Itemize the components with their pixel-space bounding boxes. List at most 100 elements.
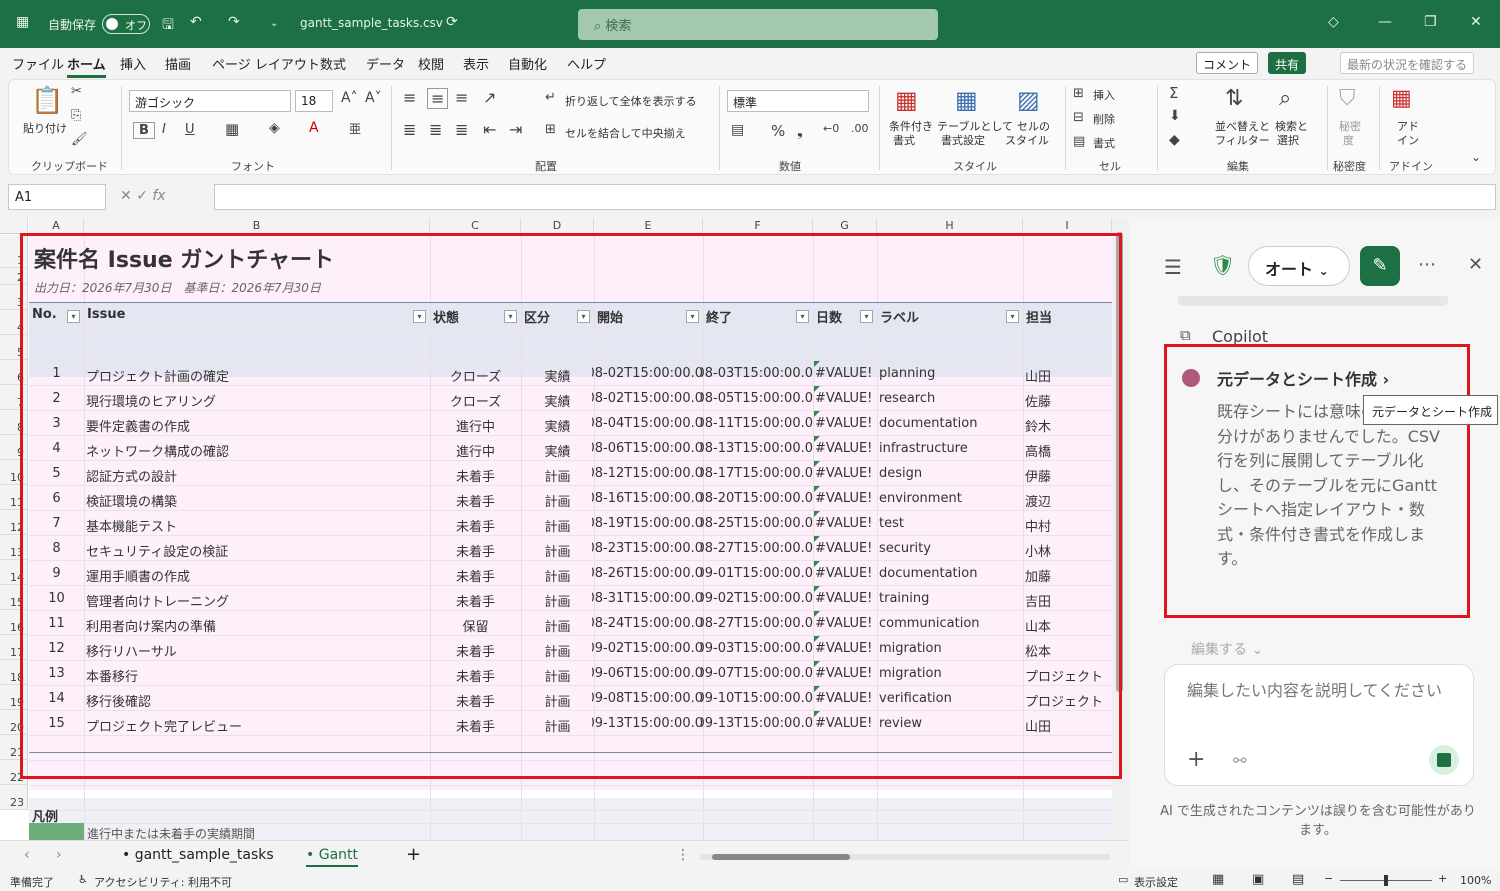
accessibility-status[interactable]: アクセシビリティ: 利用不可 (94, 874, 232, 890)
task-name[interactable]: プロジェクト計画の確定 (86, 366, 428, 385)
table-header[interactable]: 区分 (524, 307, 550, 326)
menu-help[interactable]: ヘルプ (567, 54, 606, 73)
table-cell[interactable]: 6-08-27T15:00:00.0 (701, 616, 813, 631)
table-header[interactable]: ラベル (880, 307, 919, 326)
filter-dropdown-icon[interactable]: ▾ (1006, 310, 1019, 323)
menu-data[interactable]: データ (366, 54, 405, 73)
table-cell[interactable]: 6-08-03T15:00:00.0 (701, 366, 813, 381)
customize-icon[interactable]: ⌄ (270, 18, 278, 29)
table-cell[interactable]: クローズ (432, 391, 519, 410)
table-cell[interactable]: #VALUE! (815, 541, 875, 556)
column-header[interactable]: I (1023, 218, 1112, 234)
table-cell[interactable]: #VALUE! (815, 391, 875, 406)
row-header[interactable]: 17 (0, 635, 28, 660)
prompt-input[interactable]: 編集したい内容を説明してください (1187, 679, 1457, 703)
grow-font-icon[interactable]: A˄ (341, 90, 358, 106)
menu-insert[interactable]: 挿入 (120, 54, 146, 73)
row-header[interactable]: 10 (0, 460, 28, 485)
zoom-in-icon[interactable]: + (1438, 872, 1447, 885)
table-cell[interactable]: 小林 (1025, 541, 1110, 560)
table-cell[interactable]: 6-08-25T15:00:00.0 (701, 516, 813, 531)
page-layout-view-icon[interactable]: ▣ (1252, 872, 1264, 887)
zoom-out-icon[interactable]: − (1324, 872, 1333, 885)
row-header[interactable]: 8 (0, 410, 28, 435)
task-number[interactable]: 5 (31, 466, 82, 481)
bold-icon[interactable]: B (133, 122, 155, 139)
table-cell[interactable]: 加藤 (1025, 566, 1110, 585)
table-cell[interactable]: 未着手 (432, 666, 519, 685)
name-box[interactable]: A1 (8, 184, 106, 210)
clear-icon[interactable]: ◆ (1169, 132, 1180, 148)
table-cell[interactable]: 6-09-02T15:00:00.0 (701, 591, 813, 606)
autosave-toggle[interactable]: オフ (102, 14, 150, 34)
align-top-icon[interactable]: ≡ (403, 88, 416, 107)
conditional-format-label2[interactable]: 書式 (893, 132, 915, 148)
save-icon[interactable]: 🖫 (162, 14, 174, 38)
table-cell[interactable]: research (879, 391, 1021, 406)
delete-cells-icon[interactable]: ⊟ (1073, 110, 1084, 125)
table-cell[interactable]: 山本 (1025, 616, 1110, 635)
column-header[interactable]: C (430, 218, 521, 234)
filter-dropdown-icon[interactable]: ▾ (413, 310, 426, 323)
table-cell[interactable]: 6-09-13T15:00:00.0 (701, 716, 813, 731)
vertical-scrollbar[interactable] (1112, 218, 1128, 840)
zoom-slider-thumb[interactable] (1384, 875, 1388, 886)
task-name[interactable]: 要件定義書の作成 (86, 416, 428, 435)
decrease-decimal-icon[interactable]: .00 (851, 122, 869, 135)
task-name[interactable]: 運用手順書の作成 (86, 566, 428, 585)
align-bottom-icon[interactable]: ≡ (455, 88, 468, 107)
row-header[interactable]: 9 (0, 435, 28, 460)
sync-icon[interactable]: ⟳ (446, 14, 458, 30)
table-cell[interactable]: 鈴木 (1025, 416, 1110, 435)
cancel-icon[interactable]: ✕ (120, 188, 132, 204)
table-cell[interactable]: design (879, 466, 1021, 481)
table-cell[interactable]: 6-09-10T15:00:00.0 (701, 691, 813, 706)
table-cell[interactable]: 伊藤 (1025, 466, 1110, 485)
table-cell[interactable]: 6-08-05T15:00:00.0 (701, 391, 813, 406)
task-number[interactable]: 14 (31, 691, 82, 706)
table-cell[interactable]: 5-08-04T15:00:00.0 (592, 416, 703, 431)
table-cell[interactable]: 5-08-02T15:00:00.0 (592, 366, 703, 381)
format-as-table-label2[interactable]: 書式設定 (941, 132, 985, 148)
table-cell[interactable]: 5-09-06T15:00:00.0 (592, 666, 703, 681)
column-header[interactable]: B (84, 218, 430, 234)
table-cell[interactable]: 5-08-19T15:00:00.0 (592, 516, 703, 531)
more-options-icon[interactable]: ⋮ (676, 847, 690, 863)
close-pane-icon[interactable]: ✕ (1468, 254, 1483, 275)
redo-icon[interactable]: ↷ (228, 14, 240, 30)
table-header[interactable]: 日数 (816, 307, 842, 326)
table-cell[interactable]: #VALUE! (815, 691, 875, 706)
table-cell[interactable]: 6-09-03T15:00:00.0 (701, 641, 813, 656)
table-cell[interactable]: 6-08-11T15:00:00.0 (701, 416, 813, 431)
table-cell[interactable]: verification (879, 691, 1021, 706)
phonetic-icon[interactable]: 亜 (349, 120, 361, 137)
cell-styles-icon[interactable]: ▨ (1017, 86, 1040, 114)
table-cell[interactable]: test (879, 516, 1021, 531)
task-number[interactable]: 10 (31, 591, 82, 606)
table-cell[interactable]: 未着手 (432, 516, 519, 535)
table-cell[interactable]: 実績 (523, 366, 592, 385)
menu-formulas[interactable]: 数式 (320, 54, 346, 73)
filter-dropdown-icon[interactable]: ▾ (796, 310, 809, 323)
borders-icon[interactable]: ▦ (225, 120, 239, 138)
table-cell[interactable]: 6-09-07T15:00:00.0 (701, 666, 813, 681)
close-window-icon[interactable]: ✕ (1470, 14, 1482, 30)
prev-sheet-icon[interactable]: ‹ (24, 847, 30, 863)
table-cell[interactable]: 6-08-17T15:00:00.0 (701, 466, 813, 481)
table-cell[interactable]: #VALUE! (815, 466, 875, 481)
table-cell[interactable]: documentation (879, 416, 1021, 431)
display-settings-button[interactable]: 表示設定 (1134, 874, 1178, 890)
horizontal-scrollbar[interactable] (700, 854, 1110, 860)
paste-icon[interactable]: 📋 (31, 86, 63, 116)
enter-icon[interactable]: ✓ (136, 188, 148, 204)
column-header[interactable]: G (813, 218, 877, 234)
table-cell[interactable]: 計画 (523, 666, 592, 685)
table-cell[interactable]: 未着手 (432, 641, 519, 660)
wrap-text-icon[interactable]: ↵ (545, 90, 556, 105)
table-cell[interactable]: 5-08-24T15:00:00.0 (592, 616, 703, 631)
table-cell[interactable]: environment (879, 491, 1021, 506)
table-cell[interactable]: 保留 (432, 616, 519, 635)
row-header[interactable]: 2 (0, 268, 28, 285)
accounting-icon[interactable]: ▤ (731, 122, 744, 138)
conditional-format-icon[interactable]: ▦ (895, 86, 918, 114)
